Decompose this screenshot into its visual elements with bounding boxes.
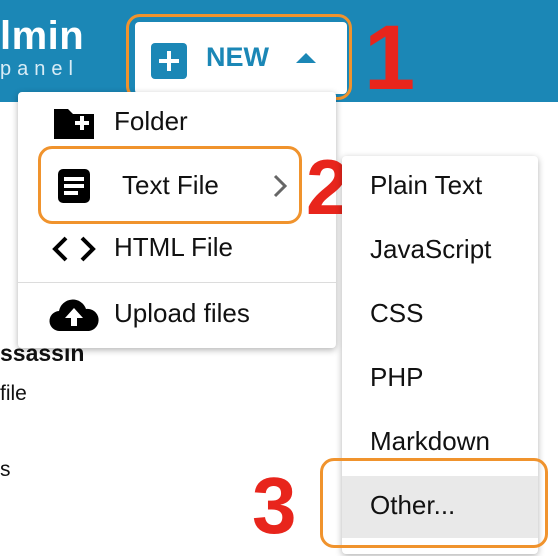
new-button-label: NEW: [206, 42, 269, 72]
folder-plus-icon: [54, 109, 94, 139]
list-fragment: s: [0, 458, 11, 481]
code-icon: [52, 236, 96, 262]
submenu-item-markdown[interactable]: Markdown: [342, 412, 538, 474]
step-number-3: 3: [252, 461, 297, 550]
text-file-submenu: Plain Text JavaScript CSS PHP Markdown O…: [342, 156, 538, 554]
new-button[interactable]: NEW: [135, 22, 347, 94]
menu-item-text-file[interactable]: Text File: [18, 154, 336, 216]
submenu-item-label: Plain Text: [370, 170, 483, 200]
file-type-fragment: file: [0, 382, 27, 405]
menu-item-upload-files[interactable]: Upload files: [18, 284, 336, 346]
menu-item-label: Upload files: [114, 298, 250, 328]
submenu-item-javascript[interactable]: JavaScript: [342, 220, 538, 282]
submenu-item-php[interactable]: PHP: [342, 348, 538, 410]
submenu-item-label: JavaScript: [370, 234, 492, 264]
caret-up-icon: [296, 53, 316, 63]
submenu-item-css[interactable]: CSS: [342, 284, 538, 346]
menu-item-label: Text File: [122, 170, 219, 200]
plus-icon: [151, 43, 187, 79]
menu-item-html-file[interactable]: HTML File: [18, 218, 336, 280]
brand-subtitle: panel: [0, 58, 79, 80]
menu-item-label: HTML File: [114, 232, 233, 262]
submenu-item-label: CSS: [370, 298, 424, 328]
header-bar: lmin panel NEW: [0, 0, 558, 102]
text-file-icon: [58, 169, 90, 203]
chevron-right-icon: [273, 174, 288, 198]
menu-item-folder[interactable]: Folder: [18, 92, 336, 154]
cloud-upload-icon: [49, 299, 99, 332]
submenu-item-label: Other...: [370, 490, 456, 520]
submenu-item-label: PHP: [370, 362, 424, 392]
submenu-item-other[interactable]: Other...: [342, 476, 538, 538]
menu-item-label: Folder: [114, 106, 188, 136]
new-dropdown-menu: Folder Text File HTML File Upload files: [18, 92, 336, 348]
step-number-1: 1: [364, 7, 416, 109]
brand-name: lmin: [0, 14, 85, 58]
submenu-item-plain-text[interactable]: Plain Text: [342, 156, 538, 218]
submenu-item-label: Markdown: [370, 426, 490, 456]
menu-divider: [18, 282, 336, 283]
